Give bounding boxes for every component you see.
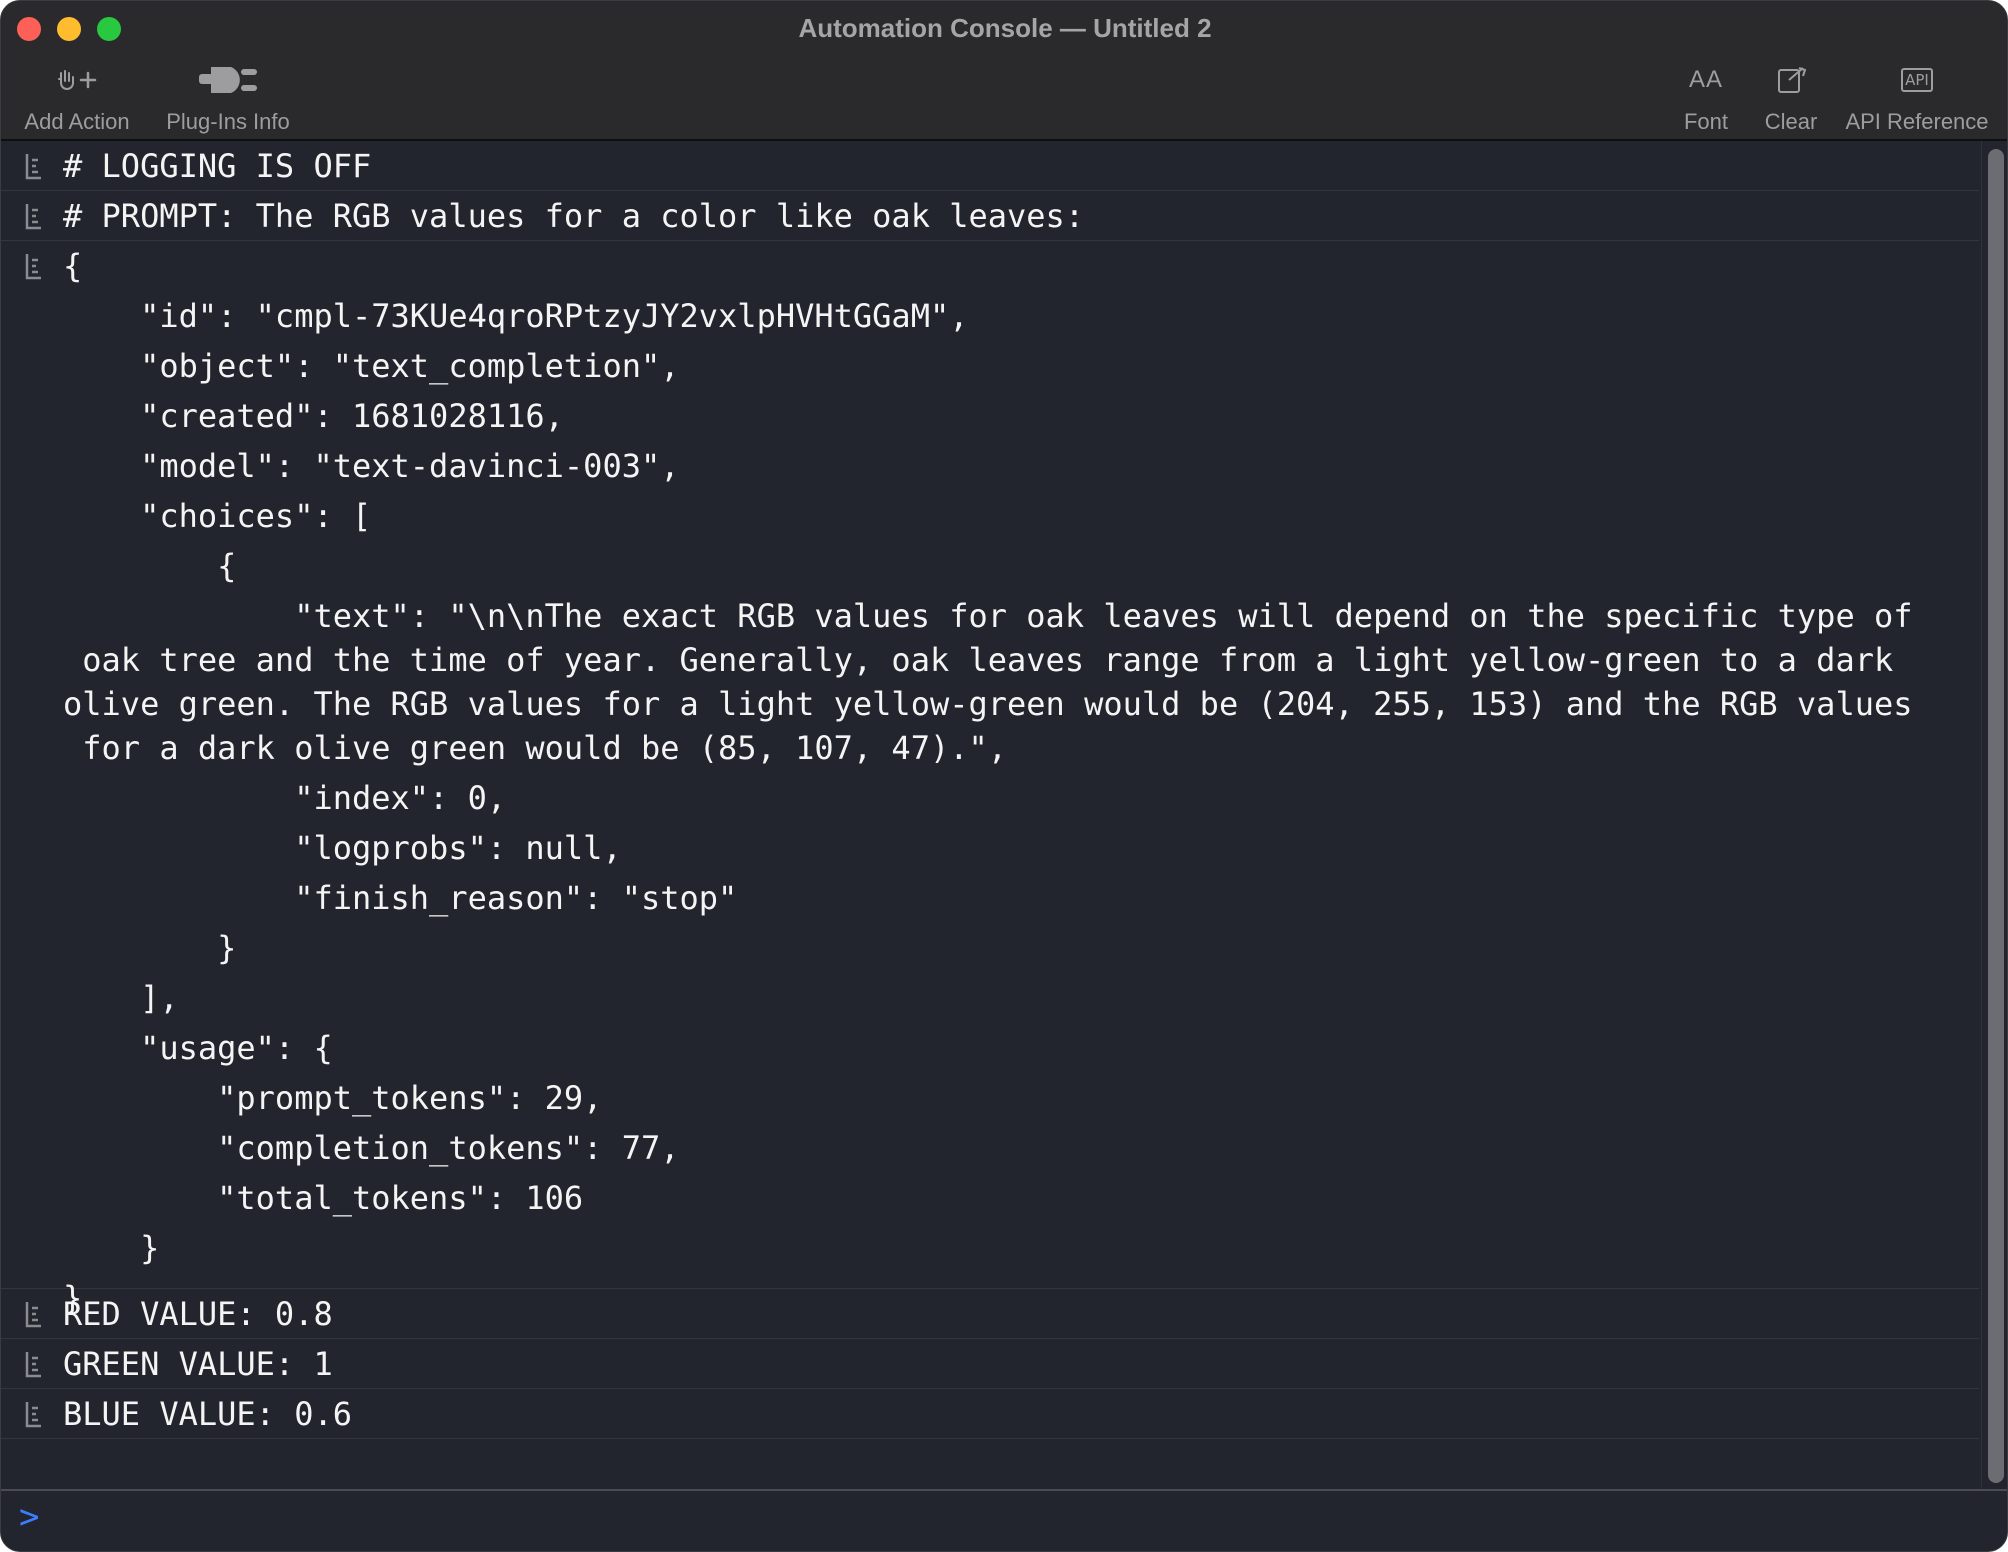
api-icon: API: [1837, 55, 1997, 105]
log-line: "total_tokens": 106: [63, 1179, 584, 1217]
log-entry-icon: [23, 151, 43, 181]
clear-icon: [1753, 55, 1829, 105]
add-action-label: Add Action: [24, 109, 130, 134]
log-entry-json-response: { "id": "cmpl-73KUe4qroRPtzyJY2vxlpHVHtG…: [1, 241, 1979, 1317]
font-button[interactable]: AA Font: [1671, 55, 1741, 135]
log-line: "completion_tokens": 77,: [63, 1129, 680, 1167]
log-line: BLUE VALUE: 0.6: [63, 1395, 352, 1433]
prompt-caret: >: [19, 1497, 40, 1537]
font-label: Font: [1683, 109, 1729, 134]
log-entry-icon: [23, 251, 43, 281]
log-line: # PROMPT: The RGB values for a color lik…: [63, 197, 1085, 235]
log-line: olive green. The RGB values for a light …: [63, 685, 1913, 723]
automation-console-window: Automation Console — Untitled 2 Add Acti…: [0, 0, 2008, 1552]
api-reference-label: API Reference: [1845, 109, 1989, 134]
plug-ins-info-button[interactable]: Plug-Ins Info: [159, 55, 297, 135]
log-entry-green-value: GREEN VALUE: 1: [1, 1339, 1979, 1389]
log-entry-icon: [23, 1399, 43, 1429]
window-title: Automation Console — Untitled 2: [798, 13, 1212, 43]
log-line: "choices": [: [63, 497, 372, 535]
log-line: {: [63, 547, 237, 585]
log-line: "model": "text-davinci-003",: [63, 447, 680, 485]
log-entry-red-value: RED VALUE: 0.8: [1, 1289, 1979, 1339]
add-action-button[interactable]: Add Action: [11, 55, 143, 135]
log-entry-icon: [23, 1349, 43, 1379]
console-scrollbar[interactable]: [1981, 141, 2007, 1489]
log-line: for a dark olive green would be (85, 107…: [63, 729, 1008, 767]
log-line: # LOGGING IS OFF: [63, 147, 372, 185]
log-line: oak tree and the time of year. Generally…: [63, 641, 1894, 679]
log-line: "finish_reason": "stop": [63, 879, 738, 917]
log-line: "created": 1681028116,: [63, 397, 564, 435]
log-line: RED VALUE: 0.8: [63, 1295, 333, 1333]
log-line: "text": "\n\nThe exact RGB values for oa…: [63, 597, 1913, 635]
plug-icon: [159, 55, 297, 105]
titlebar: Automation Console — Untitled 2 Add Acti…: [1, 1, 2007, 141]
log-line: "index": 0,: [63, 779, 507, 817]
scrollbar-thumb[interactable]: [1988, 149, 2004, 1483]
log-line: GREEN VALUE: 1: [63, 1345, 333, 1383]
console-log[interactable]: # LOGGING IS OFF # PROMPT: The RGB values…: [1, 141, 1979, 1489]
plug-ins-info-label: Plug-Ins Info: [166, 109, 290, 134]
clear-label: Clear: [1764, 109, 1818, 134]
font-size-icon: AA: [1688, 66, 1723, 93]
log-entry-prompt: # PROMPT: The RGB values for a color lik…: [1, 191, 1979, 241]
log-entry-icon: [23, 201, 43, 231]
command-input[interactable]: [61, 1499, 1965, 1545]
log-line: {: [63, 247, 83, 285]
log-line: "object": "text_completion",: [63, 347, 680, 385]
hand-plus-icon: [11, 55, 143, 105]
clear-button[interactable]: Clear: [1753, 55, 1829, 135]
log-line: "prompt_tokens": 29,: [63, 1079, 603, 1117]
log-entry-blue-value: BLUE VALUE: 0.6: [1, 1389, 1979, 1439]
log-entry-logging-off: # LOGGING IS OFF: [1, 141, 1979, 191]
log-line: "logprobs": null,: [63, 829, 622, 867]
log-line: }: [63, 929, 237, 967]
log-line: ],: [63, 979, 179, 1017]
command-input-bar: >: [1, 1489, 2007, 1551]
api-reference-button[interactable]: API API Reference: [1837, 55, 1997, 135]
log-line: }: [63, 1229, 160, 1267]
log-entry-icon: [23, 1299, 43, 1329]
log-line: "id": "cmpl-73KUe4qroRPtzyJY2vxlpHVHtGGa…: [63, 297, 969, 335]
log-line: "usage": {: [63, 1029, 333, 1067]
